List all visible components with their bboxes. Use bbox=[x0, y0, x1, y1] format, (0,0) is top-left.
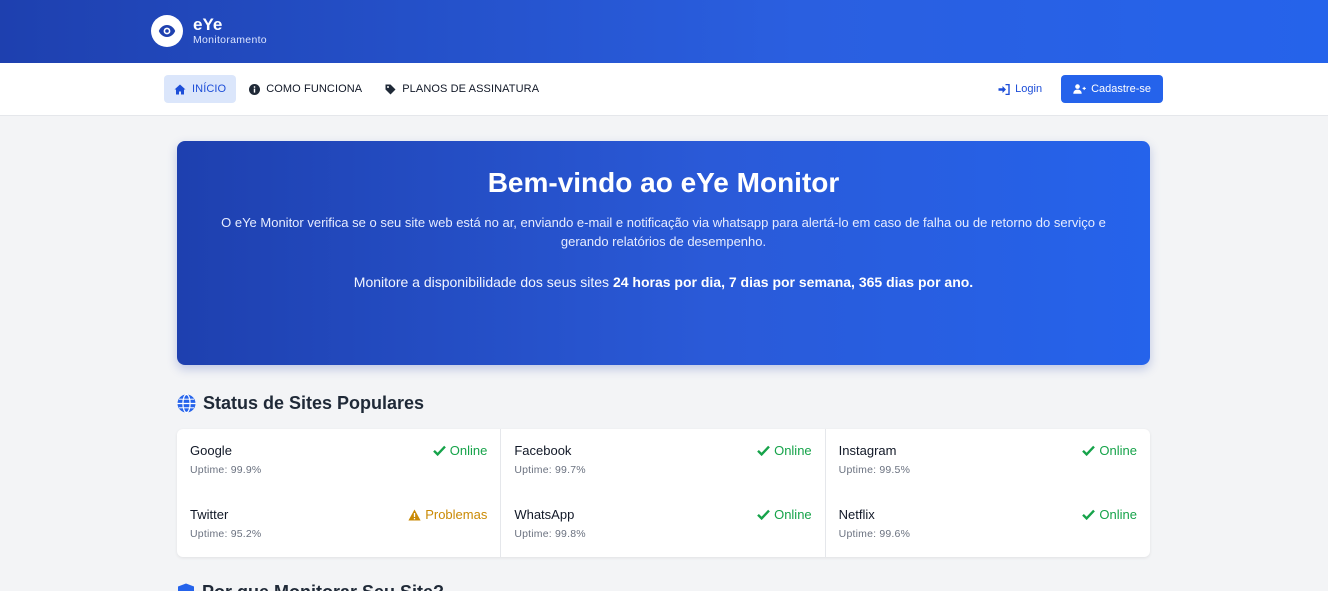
next-section-title: Por que Monitorar Seu Site? bbox=[177, 582, 444, 591]
status-badge: Online bbox=[432, 443, 488, 458]
check-icon bbox=[1082, 445, 1096, 456]
login-button[interactable]: Login bbox=[988, 75, 1052, 103]
check-icon bbox=[1082, 509, 1096, 520]
brand[interactable]: eYe Monitoramento bbox=[151, 15, 267, 47]
nav-item-label: COMO FUNCIONA bbox=[266, 83, 363, 95]
hero-banner: Bem-vindo ao eYe Monitor O eYe Monitor v… bbox=[177, 141, 1150, 365]
status-section-label: Status de Sites Populares bbox=[203, 393, 425, 413]
site-uptime: Uptime: 99.6% bbox=[838, 528, 911, 540]
next-section-label: Por que Monitorar Seu Site? bbox=[202, 582, 444, 591]
nav-item-label: PLANOS DE ASSINATURA bbox=[402, 83, 540, 95]
home-icon bbox=[174, 84, 186, 95]
tag-icon bbox=[385, 84, 396, 95]
site-card-whatsapp[interactable]: WhatsApp Uptime: 99.8% Online bbox=[501, 493, 826, 557]
hero-availability-prefix: Monitore a disponibilidade dos seus site… bbox=[353, 274, 613, 290]
site-card-google[interactable]: Google Uptime: 99.9% Online bbox=[177, 429, 502, 493]
hero-availability-highlight: 24 horas por dia, 7 dias por semana, 365… bbox=[612, 274, 974, 290]
eye-icon bbox=[151, 15, 183, 47]
main-nav: INÍCIO COMO FUNCIONA PLANOS DE ASSINATUR… bbox=[0, 63, 1328, 116]
top-header: eYe Monitoramento bbox=[0, 0, 1328, 63]
nav-item-inicio[interactable]: INÍCIO bbox=[164, 75, 237, 103]
check-icon bbox=[757, 445, 770, 456]
status-text: Online bbox=[774, 443, 812, 458]
nav-item-como-funciona[interactable]: COMO FUNCIONA bbox=[239, 75, 372, 103]
site-card-facebook[interactable]: Facebook Uptime: 99.7% Online bbox=[501, 429, 826, 493]
status-text: Online bbox=[1099, 507, 1137, 522]
sign-in-icon bbox=[998, 83, 1010, 95]
info-circle-icon bbox=[249, 83, 261, 95]
site-card-twitter[interactable]: Twitter Uptime: 95.2% Problemas bbox=[177, 493, 502, 557]
status-text: Online bbox=[449, 443, 488, 458]
status-badge: Online bbox=[1082, 507, 1137, 522]
status-text: Online bbox=[1099, 443, 1137, 458]
brand-name: eYe bbox=[193, 15, 223, 34]
nav-item-label: INÍCIO bbox=[192, 83, 227, 95]
signup-label: Cadastre-se bbox=[1091, 83, 1151, 95]
signup-button[interactable]: Cadastre-se bbox=[1061, 75, 1163, 103]
site-uptime: Uptime: 99.5% bbox=[838, 464, 911, 476]
status-badge: Online bbox=[757, 507, 812, 522]
login-label: Login bbox=[1015, 83, 1043, 95]
site-card-instagram[interactable]: Instagram Uptime: 99.5% Online bbox=[826, 429, 1150, 493]
check-icon bbox=[432, 445, 446, 456]
status-badge: Online bbox=[1082, 443, 1137, 458]
warning-icon bbox=[408, 509, 421, 521]
status-text: Online bbox=[774, 507, 812, 522]
site-uptime: Uptime: 99.9% bbox=[190, 464, 262, 476]
nav-item-planos[interactable]: PLANOS DE ASSINATURA bbox=[375, 75, 549, 103]
hero-availability: Monitore a disponibilidade dos seus site… bbox=[344, 271, 984, 294]
status-text: Problemas bbox=[425, 507, 488, 522]
site-uptime: Uptime: 99.7% bbox=[514, 464, 586, 476]
hero-title: Bem-vindo ao eYe Monitor bbox=[487, 167, 840, 198]
site-uptime: Uptime: 99.8% bbox=[514, 528, 586, 540]
status-section-title: Status de Sites Populares bbox=[177, 393, 424, 414]
status-badge: Online bbox=[757, 443, 812, 458]
check-icon bbox=[757, 509, 770, 520]
hero-description: O eYe Monitor verifica se o seu site web… bbox=[221, 215, 1106, 249]
sites-status-grid: Google Uptime: 99.9% Online Facebook Upt… bbox=[177, 429, 1150, 557]
brand-subtitle: Monitoramento bbox=[193, 34, 267, 46]
site-uptime: Uptime: 95.2% bbox=[190, 528, 262, 540]
globe-icon bbox=[177, 394, 196, 413]
status-badge: Problemas bbox=[408, 507, 487, 522]
user-plus-icon bbox=[1073, 84, 1086, 94]
shield-icon bbox=[177, 583, 195, 591]
site-card-netflix[interactable]: Netflix Uptime: 99.6% Online bbox=[826, 493, 1150, 557]
